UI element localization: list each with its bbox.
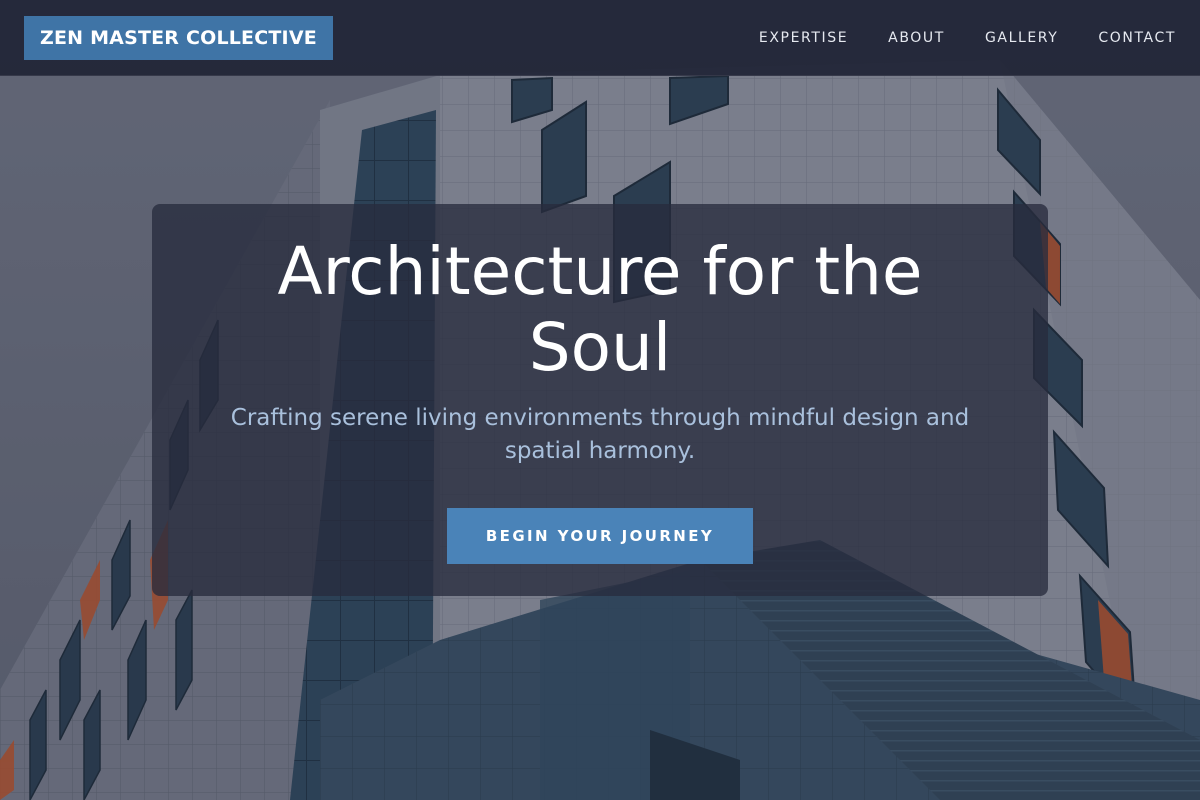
nav-link-expertise[interactable]: EXPERTISE xyxy=(759,30,848,46)
hero-subtitle: Crafting serene living environments thro… xyxy=(230,405,970,464)
hero-title: Architecture for the Soul xyxy=(277,233,923,386)
hero-card: Architecture for the Soul Crafting seren… xyxy=(152,204,1048,596)
nav-link-about[interactable]: ABOUT xyxy=(888,30,945,46)
main-nav: EXPERTISE ABOUT GALLERY CONTACT xyxy=(759,0,1176,76)
begin-journey-button[interactable]: BEGIN YOUR JOURNEY xyxy=(447,508,753,564)
logo[interactable]: ZEN MASTER COLLECTIVE xyxy=(24,16,333,60)
site-header: ZEN MASTER COLLECTIVE EXPERTISE ABOUT GA… xyxy=(0,0,1200,76)
nav-link-gallery[interactable]: GALLERY xyxy=(985,30,1058,46)
page: ZEN MASTER COLLECTIVE EXPERTISE ABOUT GA… xyxy=(0,0,1200,800)
nav-link-contact[interactable]: CONTACT xyxy=(1098,30,1176,46)
